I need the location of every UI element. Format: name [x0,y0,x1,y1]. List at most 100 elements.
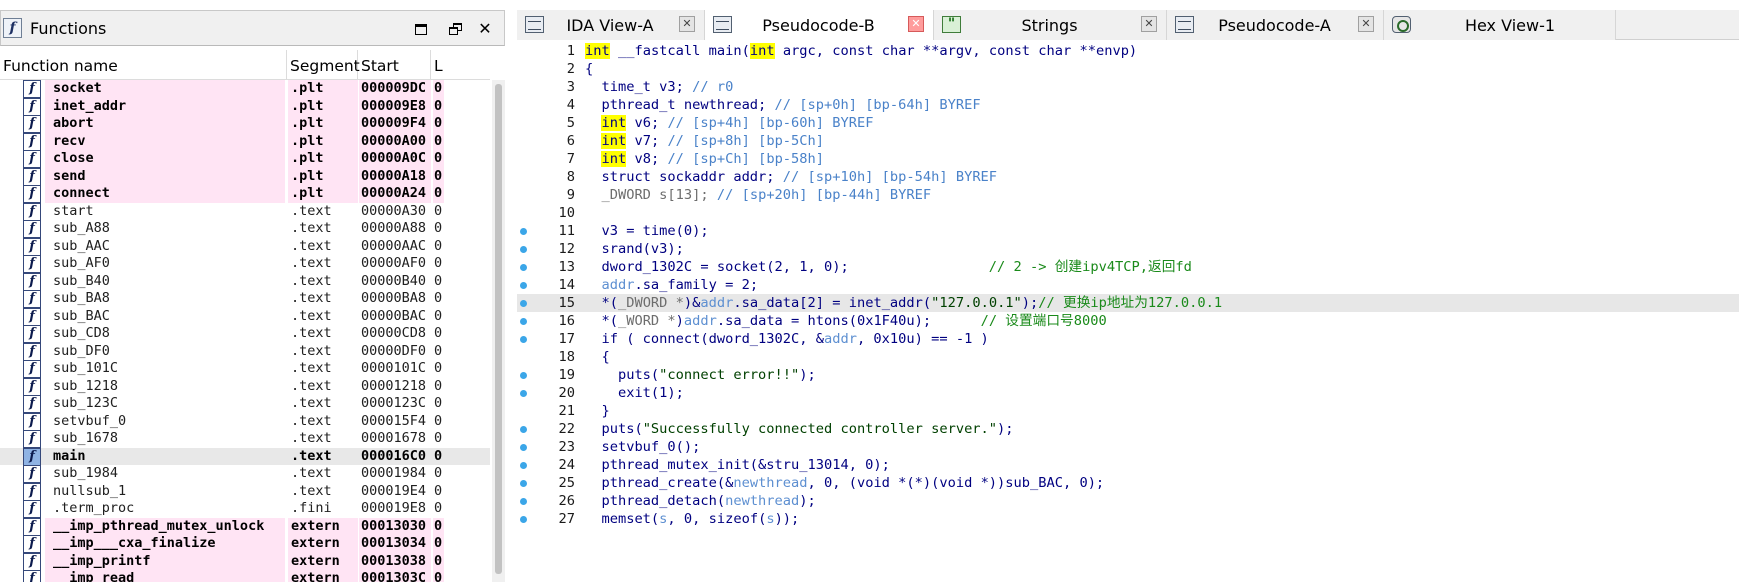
breakpoint-dot-icon[interactable] [520,498,527,505]
breakpoint-dot-icon[interactable] [520,390,527,397]
breakpoint-dot-icon[interactable] [520,426,527,433]
column-header-length[interactable]: L [431,50,447,80]
line-number: 22 [558,421,575,437]
breakpoint-dot-icon[interactable] [520,480,527,487]
code-line[interactable]: 7 int v8; // [sp+Ch] [bp-58h] [517,150,1739,168]
tab-pseudocode-b[interactable]: Pseudocode-B ✕ [705,10,934,40]
function-row[interactable]: f sub_1678 .text 00001678 0 [0,430,490,448]
function-row[interactable]: f sub_1984 .text 00001984 0 [0,465,490,483]
function-row[interactable]: f connect .plt 00000A24 0 [0,185,490,203]
function-row[interactable]: f sub_BA8 .text 00000BA8 0 [0,290,490,308]
function-row[interactable]: f sub_AAC .text 00000AAC 0 [0,237,490,256]
close-panel-button[interactable]: ✕ [475,19,495,39]
tab-close-button[interactable]: ✕ [1141,16,1157,32]
function-row[interactable]: f nullsub_1 .text 000019E4 0 [0,482,490,501]
tab-label: Pseudocode-A [1218,16,1331,35]
code-line[interactable]: 27 memset(s, 0, sizeof(s)); [517,510,1739,528]
function-row[interactable]: f close .plt 00000A0C 0 [0,150,490,168]
code-line[interactable]: 13 dword_1302C = socket(2, 1, 0); // 2 -… [517,258,1739,276]
function-row[interactable]: f sub_101C .text 0000101C 0 [0,360,490,378]
function-name: sub_AAC [53,237,110,254]
function-row[interactable]: f main .text 000016C0 0 [0,447,490,466]
code-line[interactable]: 21 } [517,402,1739,420]
code-line[interactable]: 8 struct sockaddr addr; // [sp+10h] [bp-… [517,168,1739,186]
code-line[interactable]: 17 if ( connect(dword_1302C, &addr, 0x10… [517,330,1739,348]
function-row[interactable]: f sub_1218 .text 00001218 0 [0,377,490,396]
code-line[interactable]: 20 exit(1); [517,384,1739,402]
function-icon: f [23,517,41,536]
tab-hex-view-1[interactable]: Hex View-1 [1384,10,1616,40]
function-row[interactable]: f sub_CD8 .text 00000CD8 0 [0,325,490,343]
breakpoint-dot-icon[interactable] [520,336,527,343]
code-line[interactable]: 6 int v7; // [sp+8h] [bp-5Ch] [517,132,1739,150]
breakpoint-dot-icon[interactable] [520,246,527,253]
code-line[interactable]: 2{ [517,60,1739,78]
tab-ida-view-a[interactable]: IDA View-A ✕ [517,10,705,40]
function-row[interactable]: f sub_DF0 .text 00000DF0 0 [0,342,490,361]
tab-pseudocode-a[interactable]: Pseudocode-A ✕ [1167,10,1384,40]
column-header-segment[interactable]: Segment [287,50,360,80]
code-line[interactable]: 22 puts("Successfully connected controll… [517,420,1739,438]
tab-close-button[interactable]: ✕ [908,16,924,32]
code-line[interactable]: 10 [517,204,1739,222]
breakpoint-dot-icon[interactable] [520,300,527,307]
code-line[interactable]: 18 { [517,348,1739,366]
code-line[interactable]: 19 puts("connect error!!"); [517,366,1739,384]
function-row[interactable]: f sub_B40 .text 00000B40 0 [0,272,490,291]
function-row[interactable]: f abort .plt 000009F4 0 [0,115,490,133]
function-row[interactable]: f start .text 00000A30 0 [0,202,490,221]
code-line[interactable]: 24 pthread_mutex_init(&stru_13014, 0); [517,456,1739,474]
code-line[interactable]: 16 *(_WORD *)addr.sa_data = htons(0x1F40… [517,312,1739,330]
function-row[interactable]: f sub_123C .text 0000123C 0 [0,395,490,413]
scrollbar-thumb[interactable] [495,84,502,574]
function-row[interactable]: f recv .plt 00000A00 0 [0,132,490,151]
pseudocode-view[interactable]: 1 int __fastcall main(int argc, const cha… [517,41,1739,582]
code-line[interactable]: 12 srand(v3); [517,240,1739,258]
code-line[interactable]: 1 int __fastcall main(int argc, const cha… [517,42,1739,60]
breakpoint-dot-icon[interactable] [520,228,527,235]
functions-table-header: Function name Segment Start L [0,50,490,80]
code-line[interactable]: 25 pthread_create(&newthread, 0, (void *… [517,474,1739,492]
function-row[interactable]: f sub_A88 .text 00000A88 0 [0,220,490,238]
maximize-button[interactable] [411,19,431,39]
column-header-function-name[interactable]: Function name [0,50,287,80]
breakpoint-dot-icon[interactable] [520,462,527,469]
function-row[interactable]: f inet_addr .plt 000009E8 0 [0,97,490,116]
function-row[interactable]: f socket .plt 000009DC 0 [0,80,490,98]
function-row[interactable]: f sub_AF0 .text 00000AF0 0 [0,255,490,273]
tab-close-button[interactable]: ✕ [1358,16,1374,32]
breakpoint-dot-icon[interactable] [520,318,527,325]
function-row[interactable]: f __imp_printf extern 00013038 0 [0,552,490,571]
code-line[interactable]: 3 time_t v3; // r0 [517,78,1739,96]
breakpoint-dot-icon[interactable] [520,516,527,523]
breakpoint-dot-icon[interactable] [520,444,527,451]
code-line[interactable]: 15 *(_DWORD *)&addr.sa_data[2] = inet_ad… [517,294,1739,312]
breakpoint-dot-icon[interactable] [520,372,527,379]
code-line[interactable]: 4 pthread_t newthread; // [sp+0h] [bp-64… [517,96,1739,114]
function-row[interactable]: f sub_BAC .text 00000BAC 0 [0,307,490,326]
code-line[interactable]: 5 int v6; // [sp+4h] [bp-60h] BYREF [517,114,1739,132]
code-token: pthread_mutex_init(&stru_13014, 0); [585,457,890,473]
code-line[interactable]: 14 addr.sa_family = 2; [517,276,1739,294]
code-line[interactable]: 26 pthread_detach(newthread); [517,492,1739,510]
function-row[interactable]: f send .plt 00000A18 0 [0,167,490,186]
tab-close-button[interactable]: ✕ [679,16,695,32]
breakpoint-dot-icon[interactable] [520,282,527,289]
function-row[interactable]: f __imp___cxa_finalize extern 00013034 0 [0,535,490,553]
function-row[interactable]: f setvbuf_0 .text 000015F4 0 [0,412,490,431]
function-icon: f [23,325,41,343]
breakpoint-dot-icon[interactable] [520,264,527,271]
code-line[interactable]: 11 v3 = time(0); [517,222,1739,240]
code-line[interactable]: 23 setvbuf_0(); [517,438,1739,456]
function-row[interactable]: f __imp_read extern 0001303C 0 [0,570,490,582]
function-row[interactable]: f .term_proc .fini 000019E8 0 [0,500,490,518]
function-name: sub_DF0 [53,342,110,359]
tab-strings[interactable]: " Strings ✕ [934,10,1167,40]
function-row[interactable]: f __imp_pthread_mutex_unlock extern 0001303… [0,517,490,536]
functions-scrollbar[interactable] [492,80,505,582]
functions-titlebar[interactable]: f Functions ✕ [0,10,505,46]
float-button[interactable] [445,19,465,39]
code-line[interactable]: 9 _DWORD s[13]; // [sp+20h] [bp-44h] BYR… [517,186,1739,204]
column-header-start[interactable]: Start [358,50,431,80]
